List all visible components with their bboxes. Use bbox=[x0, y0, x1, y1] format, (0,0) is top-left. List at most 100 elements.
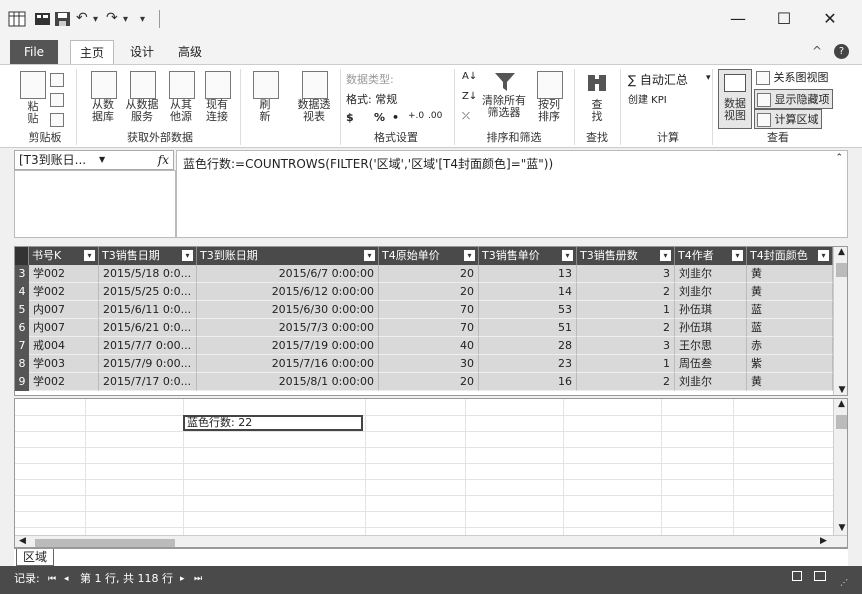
data-view-button[interactable]: 数据 视图 bbox=[718, 69, 752, 129]
column-header-author[interactable]: T4作者 ▾ bbox=[675, 247, 747, 265]
help-icon[interactable]: ? bbox=[834, 44, 849, 59]
close-button[interactable]: ✕ bbox=[808, 4, 852, 34]
scroll-thumb[interactable] bbox=[836, 263, 847, 277]
format-dropdown[interactable]: 格式: 常规 bbox=[346, 91, 397, 107]
filter-dropdown-icon[interactable]: ▾ bbox=[364, 250, 375, 261]
tab-home[interactable]: 主页 bbox=[70, 40, 114, 64]
scroll-up-icon[interactable]: ▲ bbox=[834, 247, 847, 257]
paste-button[interactable]: 粘 贴 bbox=[20, 71, 46, 125]
table-cell[interactable]: 内007 bbox=[29, 319, 99, 337]
copy-icon[interactable] bbox=[50, 93, 64, 107]
table-cell[interactable]: 刘韭尔 bbox=[675, 283, 747, 301]
table-cell[interactable]: 刘韭尔 bbox=[675, 265, 747, 283]
table-cell[interactable]: 14 bbox=[479, 283, 577, 301]
table-cell[interactable]: 2015/5/25 0:0... bbox=[99, 283, 197, 301]
table-cell[interactable]: 30 bbox=[379, 355, 479, 373]
table-cell[interactable]: 内007 bbox=[29, 301, 99, 319]
redo-dropdown-icon[interactable]: ▾ bbox=[123, 14, 128, 25]
row-number[interactable]: 6 bbox=[15, 319, 29, 337]
percent-button[interactable]: % bbox=[374, 111, 385, 124]
select-all-corner[interactable] bbox=[15, 247, 29, 265]
table-cell[interactable]: 蓝 bbox=[747, 301, 833, 319]
table-icon[interactable] bbox=[34, 10, 52, 32]
table-cell[interactable]: 学002 bbox=[29, 265, 99, 283]
measure-cell[interactable]: 蓝色行数: 22 bbox=[183, 415, 363, 431]
table-cell[interactable]: 1 bbox=[577, 355, 675, 373]
increase-decimal-button[interactable]: +.0 bbox=[408, 111, 424, 121]
decrease-decimal-button[interactable]: .00 bbox=[428, 111, 442, 121]
column-header-quantity[interactable]: T3销售册数 ▾ bbox=[577, 247, 675, 265]
calc-vertical-scrollbar[interactable]: ▲ ▼ bbox=[833, 399, 847, 535]
table-cell[interactable]: 学003 bbox=[29, 355, 99, 373]
row-number[interactable]: 7 bbox=[15, 337, 29, 355]
row-number[interactable]: 8 bbox=[15, 355, 29, 373]
table-cell[interactable]: 2015/6/30 0:00:00 bbox=[197, 301, 379, 319]
table-cell[interactable]: 2015/7/16 0:00:00 bbox=[197, 355, 379, 373]
row-number[interactable]: 4 bbox=[15, 283, 29, 301]
grid-view-icon[interactable] bbox=[792, 571, 802, 581]
table-cell[interactable]: 紫 bbox=[747, 355, 833, 373]
table-cell[interactable]: 16 bbox=[479, 373, 577, 391]
autosum-dropdown-icon[interactable]: ▾ bbox=[706, 73, 711, 83]
format-painter-icon[interactable] bbox=[50, 113, 64, 127]
table-cell[interactable]: 黄 bbox=[747, 283, 833, 301]
table-cell[interactable]: 2015/7/3 0:00:00 bbox=[197, 319, 379, 337]
cut-icon[interactable] bbox=[50, 73, 64, 87]
sort-by-column-button[interactable]: 按列 排序 bbox=[532, 71, 566, 123]
find-button[interactable]: 查 找 bbox=[582, 71, 612, 123]
resize-grip-icon[interactable]: ⋰ bbox=[840, 572, 848, 594]
autosum-button[interactable]: ∑ 自动汇总 bbox=[628, 71, 688, 88]
from-data-service-button[interactable]: 从数据 服务 bbox=[122, 71, 162, 123]
save-icon[interactable] bbox=[54, 10, 72, 32]
table-cell[interactable]: 20 bbox=[379, 373, 479, 391]
column-header-book-id[interactable]: 书号K ▾ bbox=[29, 247, 99, 265]
tab-file[interactable]: File bbox=[10, 40, 58, 64]
table-cell[interactable]: 3 bbox=[577, 265, 675, 283]
table-cell[interactable]: 2015/7/17 0:0... bbox=[99, 373, 197, 391]
scroll-up-icon[interactable]: ▲ bbox=[834, 399, 847, 409]
row-number[interactable]: 9 bbox=[15, 373, 29, 391]
table-cell[interactable]: 13 bbox=[479, 265, 577, 283]
from-other-sources-button[interactable]: 从其 他源 bbox=[166, 71, 196, 123]
column-header-sale-price[interactable]: T3销售单价 ▾ bbox=[479, 247, 577, 265]
create-kpi-button[interactable]: 创建 KPI bbox=[628, 91, 667, 106]
undo-button[interactable]: ↶ bbox=[76, 10, 88, 26]
table-cell[interactable]: 2 bbox=[577, 319, 675, 337]
name-box[interactable]: [T3到账日... ▼ fx bbox=[14, 150, 174, 170]
formula-bar[interactable]: 蓝色行数:=COUNTROWS(FILTER('区域','区域'[T4封面颜色]… bbox=[176, 150, 848, 238]
table-cell[interactable]: 王尔思 bbox=[675, 337, 747, 355]
table-cell[interactable]: 2 bbox=[577, 283, 675, 301]
table-cell[interactable]: 2015/6/11 0:0... bbox=[99, 301, 197, 319]
scroll-down-icon[interactable]: ▼ bbox=[834, 523, 847, 533]
table-cell[interactable]: 2015/8/1 0:00:00 bbox=[197, 373, 379, 391]
scroll-thumb[interactable] bbox=[836, 415, 847, 429]
column-header-sale-date[interactable]: T3销售日期 ▾ bbox=[99, 247, 197, 265]
table-cell[interactable]: 2015/7/19 0:00:00 bbox=[197, 337, 379, 355]
sort-ascending-icon[interactable]: A↓ bbox=[462, 71, 477, 82]
table-cell[interactable]: 2015/6/12 0:00:00 bbox=[197, 283, 379, 301]
redo-button[interactable]: ↷ bbox=[106, 10, 118, 26]
data-type-dropdown[interactable]: 数据类型: bbox=[346, 71, 394, 87]
table-cell[interactable]: 51 bbox=[479, 319, 577, 337]
filter-dropdown-icon[interactable]: ▾ bbox=[660, 250, 671, 261]
table-cell[interactable]: 2015/6/21 0:0... bbox=[99, 319, 197, 337]
filter-dropdown-icon[interactable]: ▾ bbox=[84, 250, 95, 261]
sort-descending-icon[interactable]: Z↓ bbox=[462, 91, 477, 102]
table-cell[interactable]: 28 bbox=[479, 337, 577, 355]
currency-button[interactable]: $ bbox=[346, 111, 354, 124]
table-cell[interactable]: 2015/7/7 0:00... bbox=[99, 337, 197, 355]
table-cell[interactable]: 3 bbox=[577, 337, 675, 355]
calculation-area-button[interactable]: 计算区域 bbox=[754, 109, 822, 129]
table-cell[interactable]: 蓝 bbox=[747, 319, 833, 337]
table-cell[interactable]: 20 bbox=[379, 283, 479, 301]
filter-dropdown-icon[interactable]: ▾ bbox=[464, 250, 475, 261]
next-record-button[interactable]: ▸ bbox=[180, 568, 185, 590]
diagram-view-icon[interactable] bbox=[814, 571, 826, 581]
table-cell[interactable]: 学002 bbox=[29, 373, 99, 391]
table-cell[interactable]: 赤 bbox=[747, 337, 833, 355]
minimize-button[interactable]: — bbox=[716, 4, 760, 34]
diagram-view-button[interactable]: 关系图视图 bbox=[756, 69, 829, 85]
pivot-table-button[interactable]: 数据透 视表 bbox=[292, 71, 336, 123]
expand-formula-icon[interactable]: ⌃ bbox=[835, 153, 843, 163]
table-cell[interactable]: 40 bbox=[379, 337, 479, 355]
